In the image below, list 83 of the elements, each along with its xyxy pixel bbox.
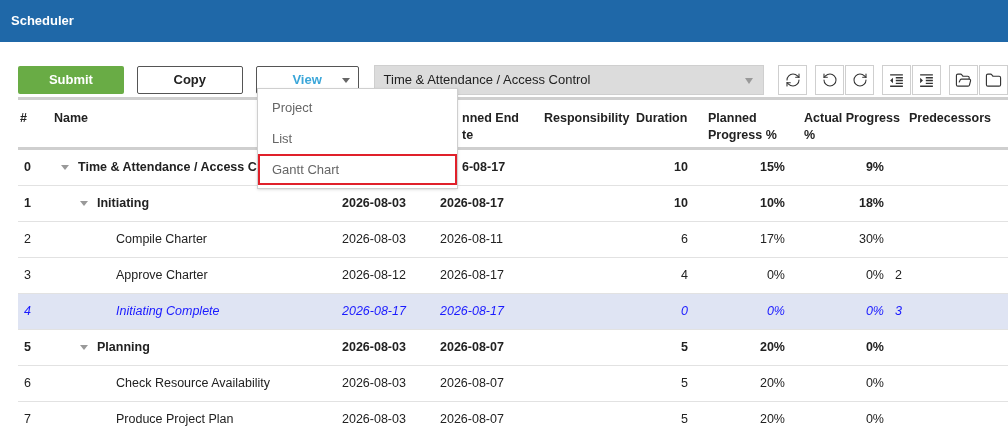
column-header: Actual Progress %: [804, 111, 900, 142]
table-cell: 30%: [858, 232, 884, 247]
table-cell: 20%: [759, 340, 785, 355]
column-header: Name: [54, 111, 89, 125]
table-cell-text: Approve Charter: [116, 267, 208, 285]
caret-icon: [341, 78, 350, 83]
table-cell: 9%: [865, 160, 884, 175]
table-cell: 5: [681, 340, 688, 355]
table-cell: 4: [24, 304, 31, 319]
table-cell-text: Time & Attendance / Access C: [78, 159, 257, 177]
caret-icon[interactable]: [61, 165, 69, 170]
table-cell-text: Compile Charter: [116, 231, 207, 249]
table-cell: 20%: [759, 376, 785, 391]
menu-item[interactable]: Project: [258, 92, 457, 123]
table-cell: 5: [681, 412, 688, 427]
column-header: Duration: [636, 111, 688, 125]
table-cell: 2026-08-03: [342, 340, 406, 355]
table-cell: 17%: [759, 232, 785, 247]
folder-open-icon[interactable]: [949, 65, 978, 95]
undo-icon[interactable]: [815, 65, 844, 95]
table-cell-text: Produce Project Plan: [116, 411, 234, 429]
copy-button[interactable]: Copy: [136, 66, 243, 94]
table-cell: 0%: [766, 268, 785, 283]
table-cell: 2026-08-11: [440, 232, 503, 247]
table-cell: 2026-08-03: [342, 232, 406, 247]
table-cell-text: Initiating: [97, 195, 150, 213]
caret-icon: [745, 78, 753, 84]
table-cell: 2: [895, 268, 902, 283]
table-cell: 2026-08-17: [342, 304, 406, 319]
table-cell: 3: [895, 304, 902, 319]
table-cell: 2026-08-07: [440, 340, 504, 355]
table-cell: 7: [24, 412, 31, 427]
table-cell: 5: [24, 340, 31, 355]
table-cell: 3: [24, 268, 31, 283]
table-cell: 0%: [865, 340, 884, 355]
window-title: Scheduler: [11, 12, 74, 31]
indent-icon[interactable]: [912, 65, 941, 95]
table-cell: 15%: [759, 160, 785, 175]
table-cell: 0%: [766, 304, 785, 319]
table-cell: 2026-08-17: [440, 196, 504, 211]
table-cell: 2026-08-07: [440, 376, 504, 391]
table-cell: 2: [24, 232, 31, 247]
table-cell: 0%: [865, 376, 884, 391]
table-cell: 1: [24, 196, 31, 211]
column-header: Predecessors: [909, 111, 991, 125]
table-cell: 10%: [759, 196, 785, 211]
table-cell-text: Initiating Complete: [116, 303, 220, 321]
caret-icon[interactable]: [80, 345, 88, 350]
menu-item[interactable]: Gantt Chart: [258, 154, 457, 185]
table-row[interactable]: 4 Initiating Complete 2026-08-17 2026-08-17 0 0% 0% 3: [18, 294, 1008, 330]
table-cell: 0%: [865, 412, 884, 427]
table-cell: 2026-08-03: [342, 412, 406, 427]
table-cell: 20%: [759, 412, 785, 427]
column-header: Responsibility: [544, 111, 630, 125]
table-cell: 6: [24, 376, 31, 391]
table-cell-text: Planning: [97, 339, 150, 357]
table-cell: 10: [674, 196, 688, 211]
folder-icon[interactable]: [979, 65, 1008, 95]
column-header: Planned Progress %: [708, 111, 777, 142]
column-header: nned End te: [462, 111, 519, 142]
table-cell: 2026-08-17: [440, 304, 504, 319]
table-cell: 0%: [865, 304, 884, 319]
column-header: #: [20, 111, 27, 125]
table-cell-text: Check Resource Availability: [116, 375, 270, 393]
table-cell: 6: [681, 232, 688, 247]
project-select[interactable]: Time & Attendance / Access Control: [373, 65, 764, 95]
table-cell: 2026-08-03: [342, 376, 406, 391]
table-cell: 2026-08-07: [440, 412, 504, 427]
table-cell: 2026-08-12: [342, 268, 406, 283]
table-cell: 0%: [865, 268, 884, 283]
table-cell: 0: [681, 304, 688, 319]
refresh-icon[interactable]: [778, 65, 807, 95]
table-cell: 5: [681, 376, 688, 391]
table-cell: 2026-08-03: [342, 196, 406, 211]
table-cell: 2026-08-17: [440, 268, 504, 283]
table-cell: 4: [681, 268, 688, 283]
table-cell: 6-08-17: [462, 160, 506, 175]
outdent-icon[interactable]: [882, 65, 911, 95]
redo-icon[interactable]: [845, 65, 874, 95]
table-cell: 18%: [858, 196, 884, 211]
table-cell: 10: [674, 160, 688, 175]
table-cell: 0: [24, 160, 31, 175]
caret-icon[interactable]: [80, 201, 88, 206]
